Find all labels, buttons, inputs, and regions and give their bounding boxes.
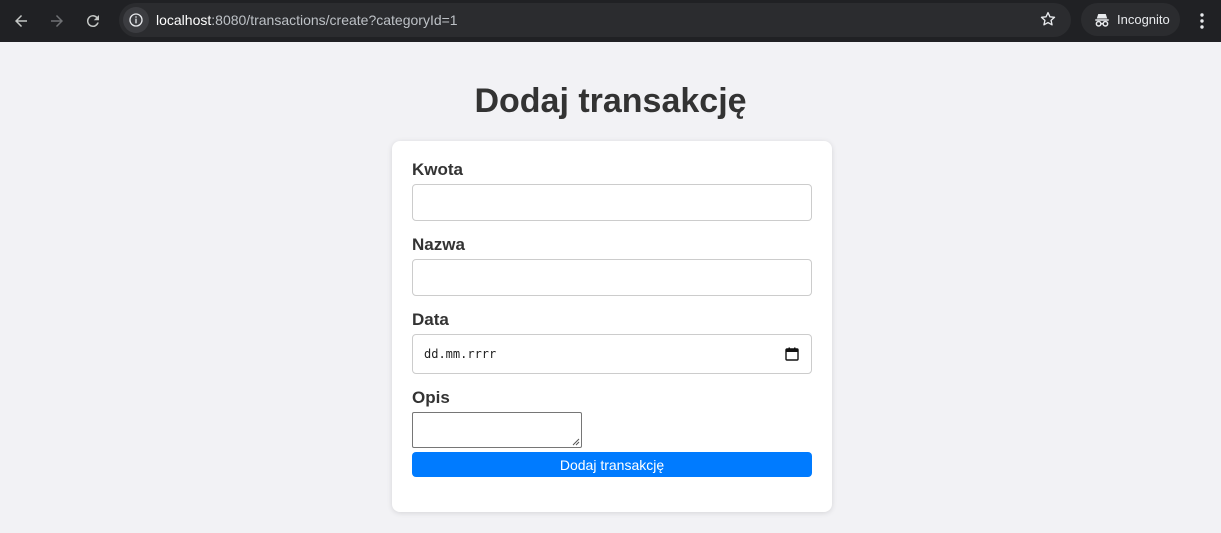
date-label: Data <box>412 310 449 329</box>
incognito-indicator[interactable]: Incognito <box>1081 3 1180 36</box>
incognito-label: Incognito <box>1117 12 1170 27</box>
submit-button[interactable]: Dodaj transakcję <box>412 452 812 477</box>
forward-arrow-icon <box>51 15 63 27</box>
reload-icon <box>86 15 99 28</box>
browser-toolbar: localhost:8080/transactions/create?categ… <box>0 0 1221 42</box>
resize-handle-icon[interactable] <box>572 438 580 446</box>
back-button[interactable] <box>3 3 39 39</box>
description-textarea[interactable] <box>412 412 582 448</box>
date-placeholder: dd.mm.rrrr <box>424 347 497 361</box>
description-label: Opis <box>412 388 450 407</box>
site-info-button[interactable] <box>123 7 149 33</box>
kebab-menu-icon <box>1200 13 1204 29</box>
url-text[interactable]: localhost:8080/transactions/create?categ… <box>156 12 458 28</box>
url-path: :8080/transactions/create?categoryId=1 <box>211 12 458 28</box>
date-input[interactable]: dd.mm.rrrr <box>412 334 812 374</box>
transaction-form: Kwota Nazwa Data dd.mm.rrrr Opis Dodaj t… <box>392 141 832 512</box>
bookmark-button[interactable] <box>1039 10 1059 30</box>
forward-button[interactable] <box>39 3 75 39</box>
address-bar[interactable]: localhost:8080/transactions/create?categ… <box>119 3 1071 37</box>
amount-label: Kwota <box>412 160 463 179</box>
back-arrow-icon <box>15 15 27 27</box>
browser-menu-button[interactable] <box>1189 3 1215 39</box>
name-label: Nazwa <box>412 235 465 254</box>
info-icon <box>129 13 143 27</box>
name-input[interactable] <box>412 259 812 296</box>
url-host: localhost <box>156 12 212 28</box>
incognito-icon <box>1095 14 1109 27</box>
page-title: Dodaj transakcję <box>474 82 747 120</box>
reload-button[interactable] <box>75 3 111 39</box>
amount-input[interactable] <box>412 184 812 221</box>
calendar-icon[interactable] <box>785 347 799 361</box>
star-icon <box>1040 11 1056 26</box>
